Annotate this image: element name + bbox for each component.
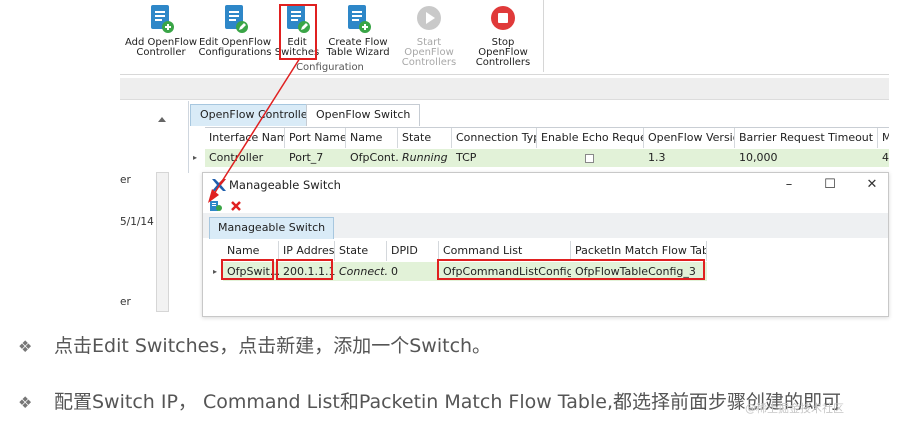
- ribbon-toolbar: Add OpenFlow Controller Edit OpenFlow Co…: [120, 0, 545, 74]
- left-scrollbar[interactable]: [156, 172, 169, 312]
- scroll-up-arrow-icon[interactable]: [155, 108, 169, 168]
- instruction-note: ❖ 点击Edit Switches，点击新建，添加一个Switch。: [18, 331, 491, 358]
- column-header[interactable]: Name: [346, 128, 398, 148]
- controller-grid: Interface Name Port Name Name State Conn…: [193, 127, 889, 167]
- edit-openflow-configurations-button[interactable]: Edit OpenFlow Configurations: [198, 4, 272, 58]
- column-header[interactable]: OpenFlow Version: [644, 128, 735, 148]
- column-header[interactable]: Port Name: [285, 128, 346, 148]
- ribbon-group-label: Configuration: [296, 62, 364, 73]
- column-header[interactable]: State: [398, 128, 452, 148]
- enable-echo-checkbox[interactable]: [585, 153, 594, 163]
- table-cell: Connect...: [339, 265, 387, 278]
- start-openflow-controllers-button[interactable]: Start OpenFlow Controllers: [392, 4, 466, 68]
- ribbon-button-label-line2: Table Wizard: [326, 47, 390, 58]
- ribbon-button-label-line2: Controller: [136, 47, 186, 58]
- dialog-title: Manageable Switch: [229, 178, 341, 192]
- stop-openflow-controllers-button[interactable]: Stop OpenFlow Controllers: [466, 4, 540, 68]
- table-cell[interactable]: 0: [387, 262, 439, 281]
- tab-openflow-switch[interactable]: OpenFlow Switch: [306, 104, 421, 126]
- table-cell: Running: [402, 151, 448, 164]
- ribbon-button-label-line2: Controllers: [401, 57, 457, 68]
- manageable-switch-dialog: Manageable Switch – ☐ ✕ Manageable Switc…: [202, 172, 889, 317]
- instruction-text: 配置Switch IP， Command List和Packetin Match…: [54, 391, 841, 413]
- toolbar-band: [120, 78, 889, 100]
- edit-document-icon: [225, 5, 248, 33]
- table-cell: Controller: [209, 151, 264, 164]
- table-cell: 4,: [882, 151, 889, 164]
- diamond-bullet-icon: ❖: [18, 337, 33, 356]
- instruction-note: ❖ 配置Switch IP， Command List和Packetin Matc…: [18, 387, 841, 414]
- left-panel-text: 5/1/14: [120, 216, 154, 228]
- tab-openflow-controller[interactable]: OpenFlow Controller: [190, 104, 323, 126]
- table-cell: [537, 149, 644, 167]
- ribbon-separator: [543, 0, 544, 72]
- highlight-box: [221, 259, 274, 280]
- ribbon-button-label-line2: Configurations: [198, 47, 272, 58]
- instruction-text: 点击Edit Switches，点击新建，添加一个Switch。: [54, 335, 492, 357]
- tab-manageable-switch[interactable]: Manageable Switch: [209, 217, 335, 239]
- row-expander-icon[interactable]: ▸: [191, 149, 203, 167]
- new-item-icon[interactable]: [209, 200, 223, 212]
- column-header[interactable]: M: [878, 128, 889, 148]
- maximize-icon[interactable]: ☐: [820, 176, 840, 194]
- highlight-box: [437, 259, 705, 280]
- table-cell: OfpCont...: [350, 151, 398, 164]
- minimize-icon[interactable]: –: [779, 176, 799, 194]
- column-header[interactable]: IP Address: [279, 241, 335, 261]
- close-icon[interactable]: ✕: [862, 176, 882, 194]
- table-cell: Port_7: [289, 151, 324, 164]
- dialog-toolbar: [209, 199, 242, 212]
- ribbon-button-label-line1: Stop OpenFlow: [478, 37, 528, 58]
- column-header[interactable]: DPID: [387, 241, 439, 261]
- delete-icon[interactable]: [230, 200, 242, 212]
- add-document-icon: [151, 5, 174, 33]
- table-cell: 10,000: [739, 151, 778, 164]
- create-flow-table-wizard-button[interactable]: Create Flow Table Wizard: [324, 4, 392, 58]
- ribbon-button-label-line2: Controllers: [475, 57, 531, 68]
- column-header[interactable]: Command List: [439, 241, 571, 261]
- left-panel-text: er: [120, 296, 131, 308]
- ribbon-divider: [120, 74, 889, 75]
- table-cell: 1.3: [648, 151, 666, 164]
- add-document-icon: [348, 5, 371, 33]
- column-header[interactable]: Connection Type: [452, 128, 537, 148]
- highlight-box: [276, 259, 333, 280]
- highlight-box: [279, 4, 317, 60]
- table-cell: TCP: [456, 151, 477, 164]
- column-header[interactable]: State: [335, 241, 387, 261]
- column-header[interactable]: Barrier Request Timeout (ms): [735, 128, 878, 148]
- play-icon: [417, 6, 441, 30]
- watermark: @稀土掘金技术社区: [745, 402, 844, 415]
- add-openflow-controller-button[interactable]: Add OpenFlow Controller: [122, 4, 200, 58]
- column-header[interactable]: PacketIn Match Flow Table: [571, 241, 707, 261]
- column-header[interactable]: Name: [223, 241, 279, 261]
- column-header[interactable]: Interface Name: [205, 128, 285, 148]
- left-panel-text: er: [120, 174, 131, 186]
- stop-icon: [491, 6, 515, 30]
- app-logo-icon: [212, 179, 226, 191]
- column-header[interactable]: Enable Echo Request: [537, 128, 644, 148]
- diamond-bullet-icon: ❖: [18, 393, 33, 412]
- ribbon-button-label-line1: Start OpenFlow: [404, 37, 454, 58]
